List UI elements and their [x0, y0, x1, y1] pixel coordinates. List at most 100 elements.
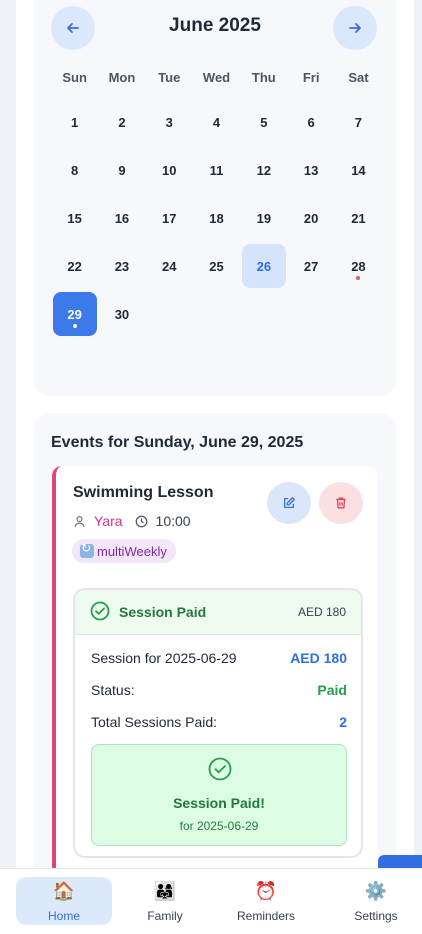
- calendar-day-number: 3: [147, 100, 191, 144]
- calendar-day[interactable]: 17: [146, 194, 193, 242]
- weekday-label: Sun: [62, 70, 87, 85]
- event-time: 10:00: [155, 513, 191, 529]
- event-member: Yara: [94, 513, 123, 529]
- calendar-day[interactable]: 12: [240, 146, 287, 194]
- payment-header-amount: AED 180: [297, 605, 346, 619]
- day-label: 16: [114, 210, 130, 226]
- calendar-day[interactable]: 14: [335, 146, 382, 194]
- nav-label: Settings: [354, 909, 398, 923]
- calendar-day-number: 2: [100, 100, 144, 144]
- calendar-day-number: 16: [100, 196, 144, 240]
- user-icon: [74, 515, 85, 527]
- calendar-day-number: 29: [52, 292, 97, 336]
- day-label: 22: [67, 258, 82, 274]
- calendar-day-number: 15: [53, 196, 97, 240]
- status-value: Paid: [317, 682, 347, 698]
- day-label: 18: [209, 210, 224, 226]
- calendar-day[interactable]: 19: [240, 194, 287, 242]
- weekday-label: Sat: [348, 70, 369, 85]
- next-month-button[interactable]: [333, 6, 377, 50]
- calendar-day[interactable]: 25: [193, 242, 240, 290]
- calendar-day-number: 23: [100, 244, 144, 288]
- calendar-day-number: 20: [289, 196, 333, 240]
- payment-success-box: Session Paid! for 2025-06-29: [91, 744, 347, 846]
- calendar-day-number: 22: [53, 244, 97, 288]
- calendar-day-number: 26: [241, 244, 286, 288]
- day-label: 12: [256, 162, 272, 178]
- event-card[interactable]: Swimming Lesson Yara 10:00 multiWeekly S…: [52, 466, 378, 886]
- weekday-label: Thu: [251, 70, 276, 85]
- success-subtitle: for 2025-06-29: [179, 819, 259, 833]
- clock-icon: [135, 515, 147, 527]
- day-label: 29: [67, 306, 82, 322]
- calendar-day[interactable]: 28: [335, 242, 382, 290]
- calendar-day[interactable]: 16: [98, 194, 145, 242]
- bottom-navigation: 🏠 Home 👨‍👩‍👧 Family ⏰ Reminders ⚙️ Settings: [0, 868, 422, 934]
- day-label: 21: [351, 210, 366, 226]
- calendar-day[interactable]: 2: [98, 98, 145, 146]
- calendar-day[interactable]: 15: [51, 194, 98, 242]
- nav-item-home[interactable]: 🏠 Home: [0, 869, 128, 934]
- calendar-day[interactable]: 22: [51, 242, 98, 290]
- calendar-day-number: 19: [242, 196, 286, 240]
- calendar-day[interactable]: 7: [335, 98, 382, 146]
- calendar-card: June 2025 Sun Mon Tue Wed Thu Fri Sat 12345678…: [34, 0, 396, 396]
- calendar-day[interactable]: 24: [146, 242, 193, 290]
- day-label: 11: [209, 162, 224, 178]
- event-title: Swimming Lesson: [73, 484, 214, 501]
- nav-icon: ⏰: [254, 881, 278, 901]
- calendar-day[interactable]: 4: [193, 98, 240, 146]
- total-row: Total Sessions Paid: 2: [91, 714, 347, 730]
- calendar-day[interactable]: 9: [98, 146, 145, 194]
- calendar-day-number: 27: [289, 244, 333, 288]
- calendar-day[interactable]: 6: [287, 98, 334, 146]
- repeat-icon: [80, 541, 94, 558]
- event-indicator-dot: [72, 324, 77, 328]
- day-label: 25: [209, 258, 224, 274]
- status-label: Status:: [91, 682, 135, 698]
- calendar-day[interactable]: 11: [193, 146, 240, 194]
- payment-panel: Session Paid AED 180 Session for 2025-06…: [73, 588, 363, 858]
- nav-icon: ⚙️: [364, 881, 388, 901]
- calendar-day-number: 13: [289, 148, 333, 192]
- calendar-day-number: 4: [195, 100, 239, 144]
- calendar-day[interactable]: 3: [146, 98, 193, 146]
- event-meta: Yara 10:00: [73, 513, 191, 529]
- day-label: 5: [260, 114, 268, 130]
- calendar-day[interactable]: 8: [51, 146, 98, 194]
- calendar-day[interactable]: 13: [287, 146, 334, 194]
- status-row: Status: Paid: [91, 682, 347, 698]
- calendar-day[interactable]: 10: [146, 146, 193, 194]
- calendar-day[interactable]: 21: [335, 194, 382, 242]
- nav-label: Reminders: [236, 909, 296, 923]
- calendar-day-number: 21: [336, 196, 380, 240]
- events-heading: Events for Sunday, June 29, 2025: [51, 434, 304, 451]
- calendar-day[interactable]: 18: [193, 194, 240, 242]
- recurrence-tag: multiWeekly: [72, 539, 176, 563]
- weekday-header: Sun Mon Tue Wed Thu Fri Sat: [51, 70, 381, 85]
- day-label: 7: [354, 114, 363, 130]
- delete-event-button[interactable]: [319, 482, 363, 524]
- calendar-day[interactable]: 23: [98, 242, 145, 290]
- calendar-day[interactable]: 26: [240, 242, 287, 290]
- calendar-day-number: 25: [195, 244, 239, 288]
- day-label: 14: [351, 162, 366, 178]
- events-card: Events for Sunday, June 29, 2025 Swimmin…: [34, 413, 396, 886]
- edit-event-button[interactable]: [267, 482, 311, 524]
- calendar-day[interactable]: 1: [51, 98, 98, 146]
- calendar-day[interactable]: 20: [287, 194, 334, 242]
- nav-item-settings[interactable]: ⚙️ Settings: [330, 869, 422, 934]
- recurrence-tag-label: multiWeekly: [97, 543, 167, 559]
- weekday-label: Tue: [158, 70, 181, 85]
- nav-label: Family: [147, 909, 183, 923]
- session-amount: AED 180: [290, 650, 347, 666]
- nav-item-reminders[interactable]: ⏰ Reminders: [202, 869, 330, 934]
- day-label: 26: [256, 258, 272, 274]
- calendar-day[interactable]: 30: [98, 290, 145, 338]
- calendar-day[interactable]: 29: [51, 290, 98, 338]
- calendar-grid: 1 2 3 4 5 6 7 8 9 10 11 12 13 14 15 16 17 18 19 20 21 22 23 24 2…: [51, 98, 381, 338]
- nav-item-family[interactable]: 👨‍👩‍👧 Family: [128, 869, 202, 934]
- nav-label: Home: [47, 909, 80, 923]
- calendar-day[interactable]: 5: [240, 98, 287, 146]
- calendar-day[interactable]: 27: [287, 242, 334, 290]
